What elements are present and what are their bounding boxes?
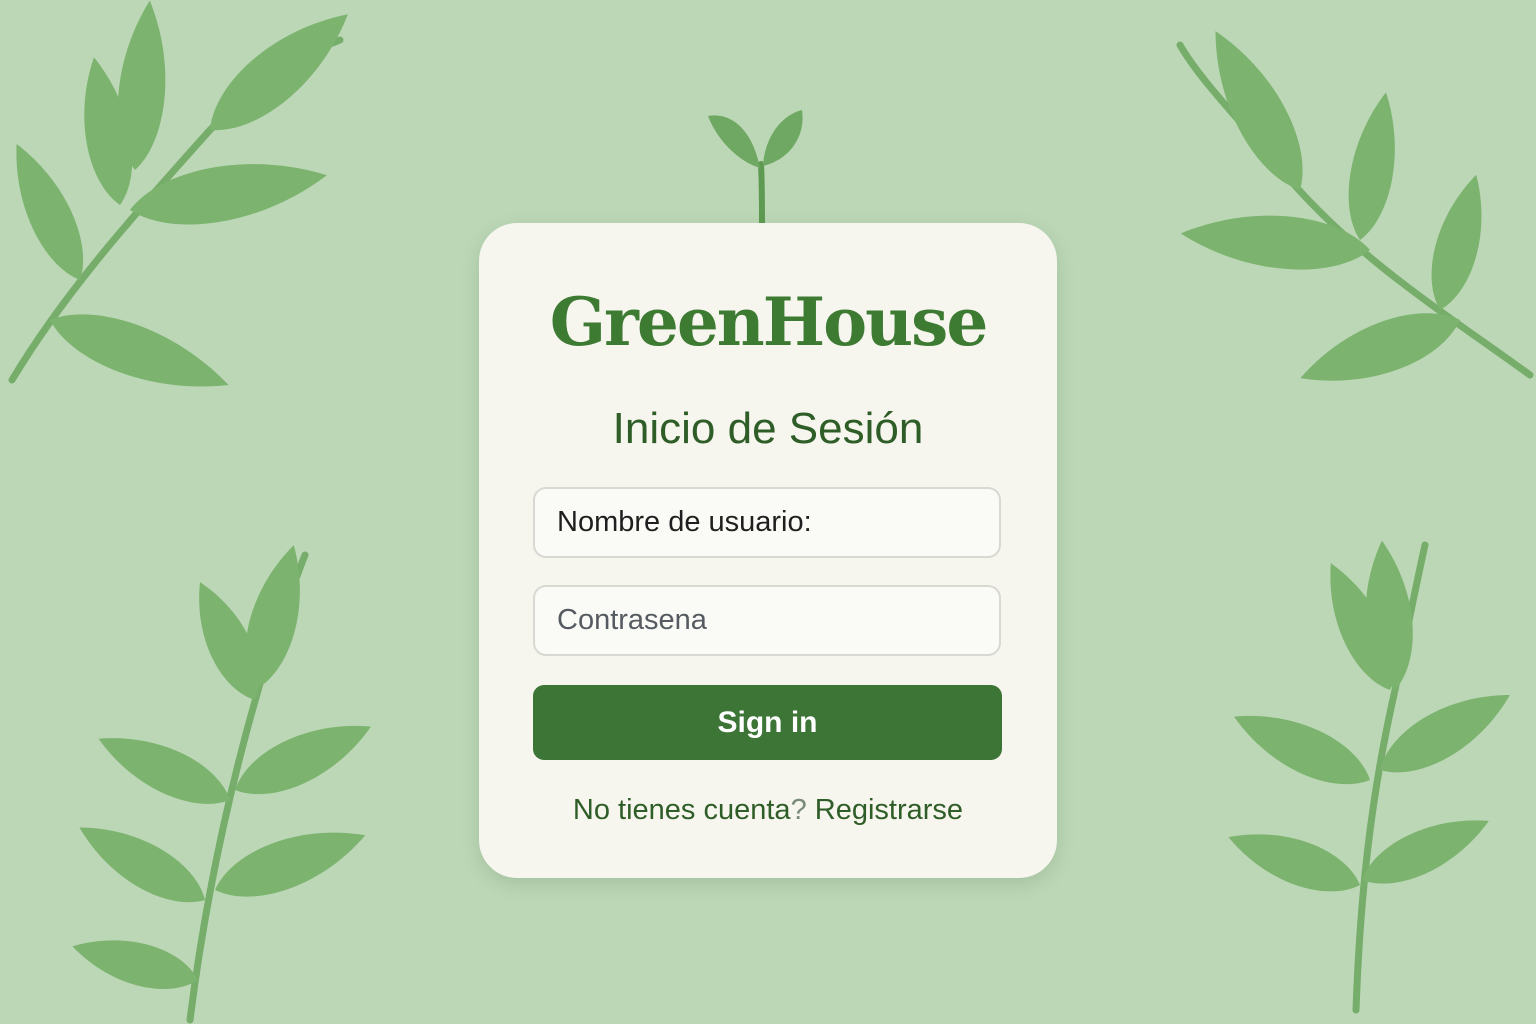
password-input[interactable] xyxy=(533,585,1001,656)
leaf-branch-icon xyxy=(1220,538,1522,1014)
register-link[interactable]: Registrarse xyxy=(815,794,963,826)
login-card: GreenHouse Inicio de Sesión Sign in No t… xyxy=(479,223,1057,878)
username-input[interactable] xyxy=(533,487,1001,558)
brand-logo: GreenHouse xyxy=(549,283,989,361)
page-title: Inicio de Sesión xyxy=(612,404,924,453)
leaf-branch-icon xyxy=(1176,19,1534,402)
leaf-branch-icon xyxy=(0,0,365,409)
register-prompt-text: No tienes cuenta xyxy=(572,794,791,826)
register-question-mark: ? xyxy=(790,794,807,826)
sprout-icon xyxy=(708,110,803,226)
leaf-branch-icon xyxy=(66,539,381,1024)
register-prompt-row: No tienes cuenta? Registrarse xyxy=(479,796,1057,825)
sign-in-button[interactable]: Sign in xyxy=(533,685,1002,760)
